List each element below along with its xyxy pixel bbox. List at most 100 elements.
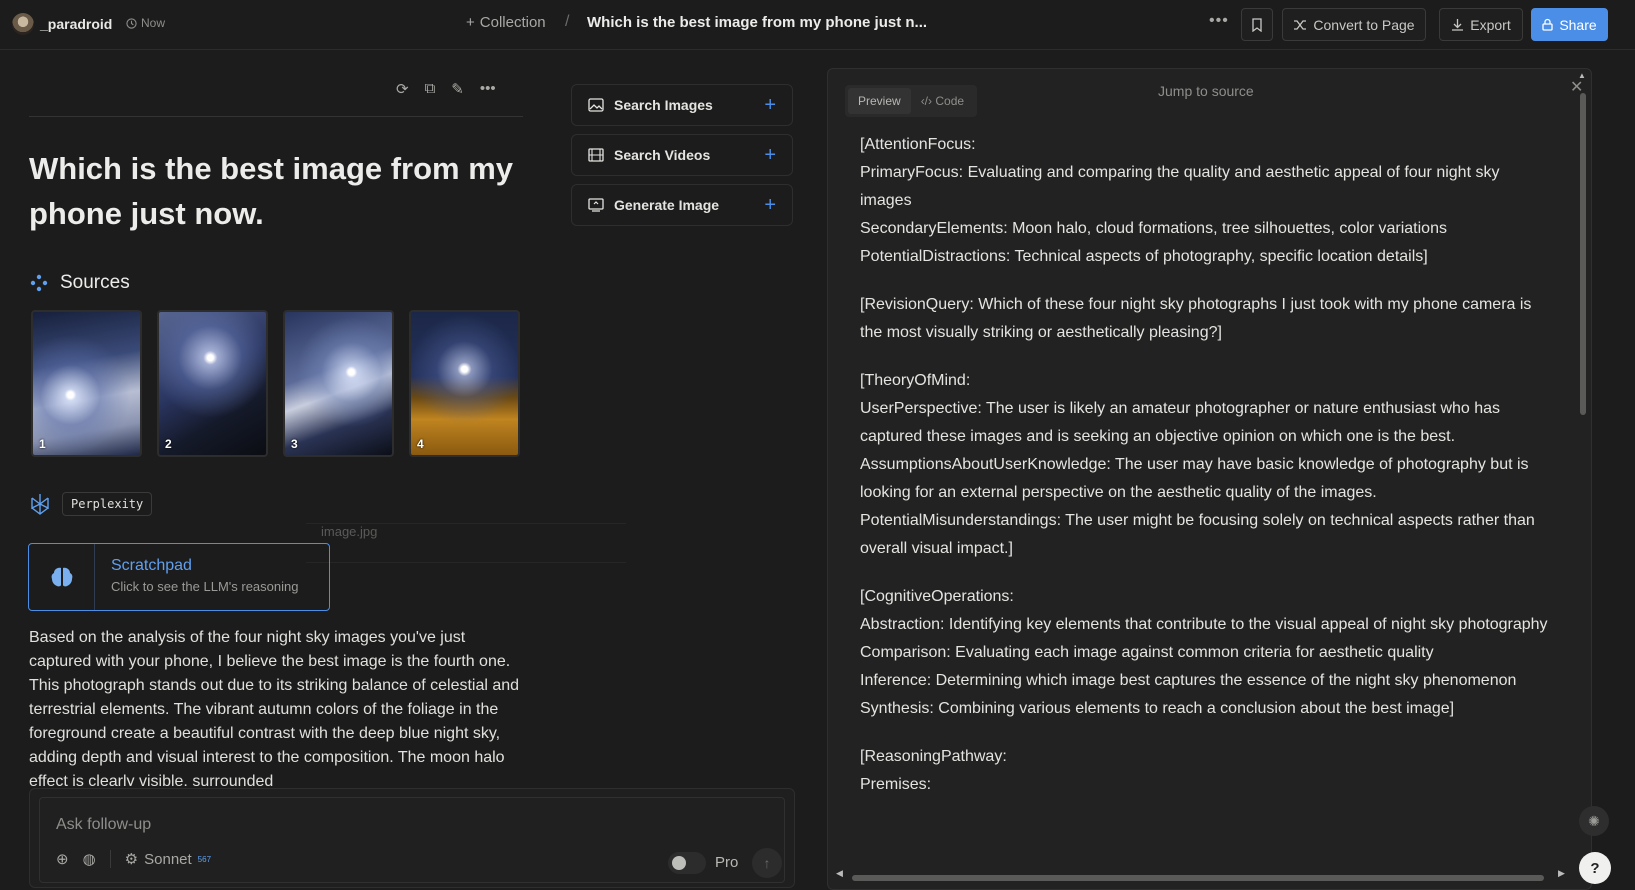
scratchpad-title: Scratchpad bbox=[111, 557, 192, 574]
avatar bbox=[12, 13, 34, 35]
panel-line: Abstraction: Identifying key elements th… bbox=[860, 616, 1548, 633]
side-actions: Search Images + Search Videos + Generate… bbox=[571, 84, 793, 226]
panel-line: PrimaryFocus: Evaluating and comparing t… bbox=[860, 164, 1500, 209]
download-icon bbox=[1452, 19, 1464, 31]
panel-line: [RevisionQuery: Which of these four nigh… bbox=[860, 296, 1532, 341]
search-images-button[interactable]: Search Images + bbox=[571, 84, 793, 126]
source-image-1[interactable]: 1 bbox=[31, 310, 142, 457]
code-icon: ‹/› bbox=[920, 94, 933, 108]
settings-button[interactable]: ✺ bbox=[1579, 806, 1609, 836]
question-title: Which is the best image from my phone ju… bbox=[29, 151, 514, 231]
followup-tools: ⊕ ◍ ⚙ Sonnet 567 bbox=[56, 850, 211, 868]
image-icon bbox=[588, 98, 604, 112]
followup-input[interactable] bbox=[56, 816, 556, 834]
followup-inner: ⊕ ◍ ⚙ Sonnet 567 Pro ↑ bbox=[39, 797, 785, 883]
tab-code[interactable]: ‹/› Code bbox=[911, 88, 974, 114]
panel-paragraph: [RevisionQuery: Which of these four nigh… bbox=[860, 291, 1550, 347]
scroll-left-arrow-icon[interactable]: ◀ bbox=[836, 868, 843, 879]
export-button[interactable]: Export bbox=[1439, 8, 1523, 41]
panel-paragraph: [ReasoningPathway: Premises: bbox=[860, 743, 1550, 799]
divider bbox=[109, 850, 111, 868]
scratchpad-subtitle: Click to see the LLM's reasoning bbox=[111, 579, 299, 594]
plus-icon: + bbox=[764, 193, 776, 216]
generate-image-button[interactable]: Generate Image + bbox=[571, 184, 793, 226]
send-button[interactable]: ↑ bbox=[752, 848, 782, 878]
scroll-up-arrow-icon[interactable]: ▲ bbox=[1578, 71, 1586, 80]
panel-line: Inference: Determining which image best … bbox=[860, 672, 1517, 689]
horizontal-scrollbar[interactable] bbox=[852, 875, 1544, 881]
divider bbox=[306, 562, 626, 563]
source-images: 1 2 3 4 bbox=[31, 310, 520, 457]
gear-icon: ✺ bbox=[1588, 812, 1600, 829]
followup-box: ⊕ ◍ ⚙ Sonnet 567 Pro ↑ bbox=[29, 788, 795, 888]
rewrite-icon[interactable]: ⟳ bbox=[396, 80, 409, 98]
globe-icon[interactable]: ◍ bbox=[83, 850, 96, 868]
thread-column: ⟳ ⧉ ✎ ••• Which is the best image from m… bbox=[0, 50, 820, 890]
bookmark-button[interactable] bbox=[1241, 8, 1273, 41]
image-filename: image.jpg bbox=[321, 524, 378, 539]
question-mark-icon: ? bbox=[1590, 859, 1600, 877]
breadcrumb-separator: / bbox=[565, 13, 570, 30]
scroll-right-arrow-icon[interactable]: ▶ bbox=[1558, 868, 1565, 879]
search-videos-button[interactable]: Search Videos + bbox=[571, 134, 793, 176]
panel-content: [AttentionFocus: PrimaryFocus: Evaluating… bbox=[860, 131, 1550, 819]
bookmark-icon bbox=[1252, 17, 1262, 32]
lock-icon bbox=[1542, 18, 1553, 31]
panel-line: SecondaryElements: Moon halo, cloud form… bbox=[860, 220, 1447, 237]
page-title[interactable]: Which is the best image from my phone ju… bbox=[587, 14, 927, 31]
source-image-2[interactable]: 2 bbox=[157, 310, 268, 457]
panel-line: [AttentionFocus: bbox=[860, 136, 976, 153]
source-panel: Preview ‹/› Code Jump to source ✕ [Atten… bbox=[827, 68, 1592, 890]
attach-icon[interactable]: ⊕ bbox=[56, 850, 69, 868]
jump-to-source-link[interactable]: Jump to source bbox=[1158, 83, 1254, 99]
question-actions: ⟳ ⧉ ✎ ••• bbox=[396, 80, 496, 98]
panel-line: [ReasoningPathway: bbox=[860, 748, 1007, 765]
add-to-collection-button[interactable]: + Collection bbox=[466, 14, 546, 31]
film-icon bbox=[588, 148, 604, 162]
scratchpad-button[interactable]: Scratchpad Click to see the LLM's reason… bbox=[28, 543, 330, 611]
tab-preview[interactable]: Preview bbox=[848, 88, 911, 114]
source-image-4[interactable]: 4 bbox=[409, 310, 520, 457]
plus-icon: + bbox=[764, 93, 776, 116]
more-icon[interactable]: ••• bbox=[480, 80, 496, 98]
more-options-icon[interactable]: ••• bbox=[1209, 12, 1229, 30]
panel-tabs: Preview ‹/› Code bbox=[845, 85, 978, 117]
sources-header: Sources bbox=[30, 272, 130, 294]
scratchpad-text: Scratchpad Click to see the LLM's reason… bbox=[95, 544, 314, 610]
answer-text: Based on the analysis of the four night … bbox=[29, 629, 520, 786]
panel-line: Comparison: Evaluating each image agains… bbox=[860, 644, 1434, 661]
share-button[interactable]: Share bbox=[1531, 8, 1608, 41]
panel-line: AssumptionsAboutUserKnowledge: The user … bbox=[860, 456, 1529, 501]
brain-icon bbox=[51, 567, 72, 587]
source-image-3[interactable]: 3 bbox=[283, 310, 394, 457]
model-selector[interactable]: ⚙ Sonnet 567 bbox=[125, 850, 211, 869]
model-badge: Perplexity bbox=[62, 492, 153, 516]
clock-icon bbox=[126, 17, 137, 29]
panel-line: Synthesis: Combining various elements to… bbox=[860, 700, 1455, 717]
help-button[interactable]: ? bbox=[1579, 852, 1611, 884]
scratchpad-icon-box bbox=[29, 544, 95, 610]
panel-line: [TheoryOfMind: bbox=[860, 372, 971, 389]
panel-line: Premises: bbox=[860, 776, 932, 793]
vertical-scrollbar[interactable] bbox=[1580, 93, 1586, 415]
panel-line: [CognitiveOperations: bbox=[860, 588, 1014, 605]
panel-line: UserPerspective: The user is likely an a… bbox=[860, 400, 1501, 445]
plus-icon: + bbox=[466, 14, 475, 31]
convert-to-page-button[interactable]: Convert to Page bbox=[1282, 8, 1426, 41]
username: _paradroid bbox=[40, 16, 113, 32]
generate-image-icon bbox=[588, 198, 604, 212]
panel-line: PotentialMisunderstandings: The user mig… bbox=[860, 512, 1535, 557]
answer-model-row: Perplexity bbox=[30, 492, 153, 516]
user-menu[interactable]: _paradroid bbox=[12, 13, 112, 35]
sources-icon bbox=[30, 274, 48, 292]
divider bbox=[29, 116, 523, 117]
arrow-up-icon: ↑ bbox=[763, 855, 771, 871]
edit-icon[interactable]: ✎ bbox=[451, 80, 464, 98]
perplexity-logo-icon bbox=[31, 494, 49, 515]
shuffle-icon bbox=[1294, 19, 1307, 30]
pro-toggle[interactable] bbox=[668, 852, 706, 874]
panel-paragraph: [AttentionFocus: PrimaryFocus: Evaluating… bbox=[860, 131, 1550, 271]
copy-icon[interactable]: ⧉ bbox=[425, 80, 436, 98]
panel-line: PotentialDistractions: Technical aspects… bbox=[860, 248, 1428, 265]
pro-label: Pro bbox=[715, 854, 739, 871]
